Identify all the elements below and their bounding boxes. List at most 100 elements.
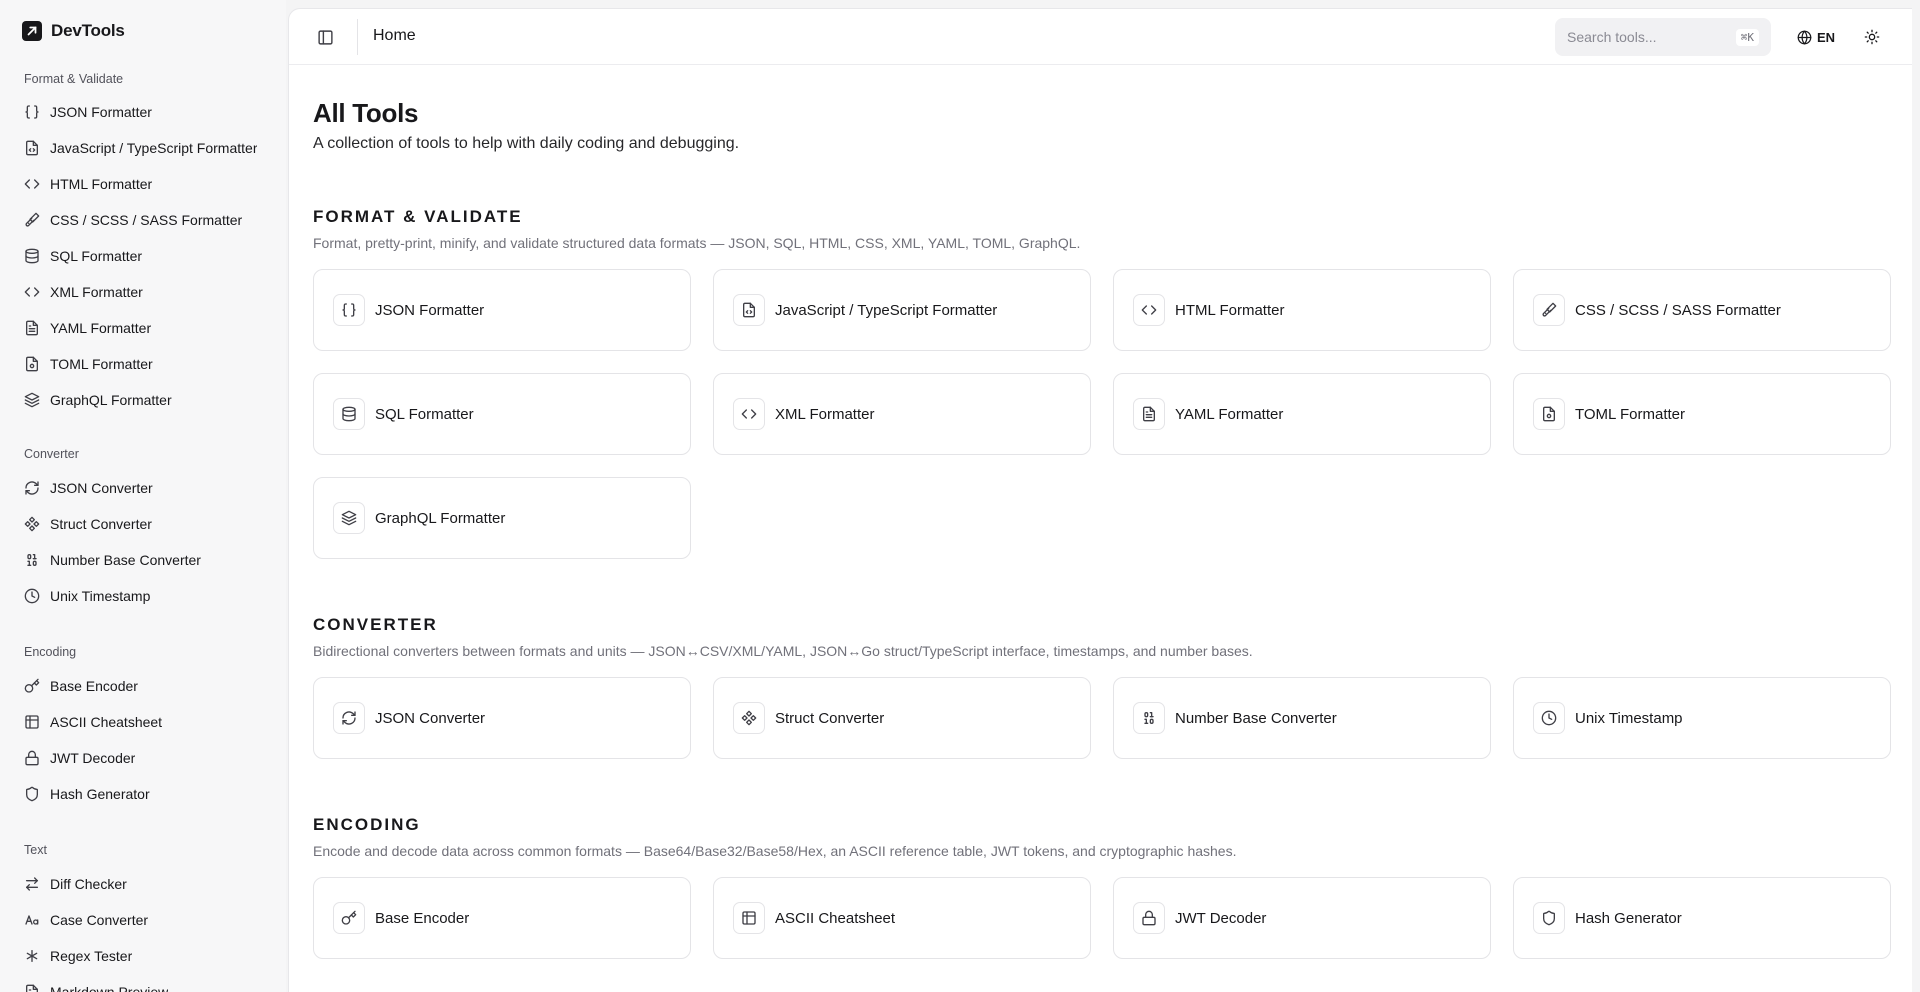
tool-card-javascript-typescript-formatter[interactable]: JavaScript / TypeScript Formatter bbox=[713, 269, 1091, 351]
sidebar-item-label: GraphQL Formatter bbox=[50, 392, 172, 408]
tool-card-title: YAML Formatter bbox=[1175, 405, 1284, 423]
sun-icon bbox=[1864, 29, 1880, 45]
shield-icon bbox=[1533, 902, 1565, 934]
sidebar-item-regex-tester[interactable]: Regex Tester bbox=[16, 940, 272, 972]
page-subtitle: A collection of tools to help with daily… bbox=[313, 135, 740, 152]
search-input[interactable]: Search tools... ⌘K bbox=[1555, 18, 1771, 56]
topbar-divider bbox=[357, 19, 358, 55]
sidebar-item-json-formatter[interactable]: JSON Formatter bbox=[16, 96, 272, 128]
sidebar-item-label: HTML Formatter bbox=[50, 176, 153, 192]
lock-icon bbox=[1133, 902, 1165, 934]
tool-card-css-scss-sass-formatter[interactable]: CSS / SCSS / SASS Formatter bbox=[1513, 269, 1891, 351]
refresh-icon bbox=[24, 480, 40, 496]
top-bar: Home Search tools... ⌘K EN bbox=[289, 9, 1912, 65]
sidebar-item-label: JSON Converter bbox=[50, 480, 153, 496]
sidebar-item-label: Markdown Preview bbox=[50, 984, 169, 992]
language-label: EN bbox=[1817, 29, 1836, 45]
tool-card-title: Struct Converter bbox=[775, 709, 885, 727]
tool-card-title: ASCII Cheatsheet bbox=[775, 909, 896, 927]
binary-icon bbox=[1133, 702, 1165, 734]
brand[interactable]: DevTools bbox=[22, 20, 125, 42]
tool-card-title: Hash Generator bbox=[1575, 909, 1682, 927]
tool-card-title: Base Encoder bbox=[375, 909, 470, 927]
tool-card-number-base-converter[interactable]: Number Base Converter bbox=[1113, 677, 1491, 759]
sidebar-item-json-converter[interactable]: JSON Converter bbox=[16, 472, 272, 504]
sidebar-item-markdown-preview[interactable]: Markdown Preview bbox=[16, 976, 272, 992]
sidebar-item-toml-formatter[interactable]: TOML Formatter bbox=[16, 348, 272, 380]
search-shortcut-badge: ⌘K bbox=[1735, 28, 1759, 46]
table-icon bbox=[733, 902, 765, 934]
tool-card-sql-formatter[interactable]: SQL Formatter bbox=[313, 373, 691, 455]
file-cog-icon bbox=[24, 356, 40, 372]
shield-icon bbox=[24, 786, 40, 802]
sidebar-item-label: Regex Tester bbox=[50, 948, 133, 964]
sidebar-item-ascii-cheatsheet[interactable]: ASCII Cheatsheet bbox=[16, 706, 272, 738]
tool-card-base-encoder[interactable]: Base Encoder bbox=[313, 877, 691, 959]
tool-card-title: JSON Formatter bbox=[375, 301, 485, 319]
section-title: CONVERTER bbox=[313, 615, 438, 634]
sidebar-item-css-scss-sass-formatter[interactable]: CSS / SCSS / SASS Formatter bbox=[16, 204, 272, 236]
sidebar-toggle-button[interactable] bbox=[313, 25, 337, 49]
tool-card-unix-timestamp[interactable]: Unix Timestamp bbox=[1513, 677, 1891, 759]
tool-card-json-converter[interactable]: JSON Converter bbox=[313, 677, 691, 759]
sidebar-item-label: XML Formatter bbox=[50, 284, 143, 300]
refresh-icon bbox=[333, 702, 365, 734]
panel-left-icon bbox=[317, 29, 334, 46]
code-icon bbox=[733, 398, 765, 430]
brand-name: DevTools bbox=[51, 21, 125, 40]
tool-card-yaml-formatter[interactable]: YAML Formatter bbox=[1113, 373, 1491, 455]
layers-icon bbox=[333, 502, 365, 534]
sidebar-item-label: ASCII Cheatsheet bbox=[50, 714, 163, 730]
sidebar-item-struct-converter[interactable]: Struct Converter bbox=[16, 508, 272, 540]
breadcrumb: Home bbox=[373, 27, 416, 44]
code-icon bbox=[24, 176, 40, 192]
tool-card-jwt-decoder[interactable]: JWT Decoder bbox=[1113, 877, 1491, 959]
case-icon bbox=[24, 912, 40, 928]
layers-icon bbox=[24, 392, 40, 408]
tool-card-title: CSS / SCSS / SASS Formatter bbox=[1575, 301, 1781, 319]
sidebar-group-label: Text bbox=[24, 843, 47, 857]
globe-icon bbox=[1797, 30, 1812, 45]
code-icon bbox=[24, 284, 40, 300]
file-text-icon bbox=[1133, 398, 1165, 430]
tool-card-ascii-cheatsheet[interactable]: ASCII Cheatsheet bbox=[713, 877, 1091, 959]
tool-card-toml-formatter[interactable]: TOML Formatter bbox=[1513, 373, 1891, 455]
binary-icon bbox=[24, 552, 40, 568]
sidebar-item-jwt-decoder[interactable]: JWT Decoder bbox=[16, 742, 272, 774]
tool-card-html-formatter[interactable]: HTML Formatter bbox=[1113, 269, 1491, 351]
sidebar-item-diff-checker[interactable]: Diff Checker bbox=[16, 868, 272, 900]
sidebar-item-yaml-formatter[interactable]: YAML Formatter bbox=[16, 312, 272, 344]
key-icon bbox=[333, 902, 365, 934]
sidebar-item-number-base-converter[interactable]: Number Base Converter bbox=[16, 544, 272, 576]
tool-card-graphql-formatter[interactable]: GraphQL Formatter bbox=[313, 477, 691, 559]
sidebar-item-case-converter[interactable]: Case Converter bbox=[16, 904, 272, 936]
sidebar: DevTools Format & Validate JSON Formatter… bbox=[0, 0, 286, 992]
sidebar-item-javascript-typescript-formatter[interactable]: JavaScript / TypeScript Formatter bbox=[16, 132, 272, 164]
tool-card-xml-formatter[interactable]: XML Formatter bbox=[713, 373, 1091, 455]
file-text-icon bbox=[24, 984, 40, 992]
sidebar-item-sql-formatter[interactable]: SQL Formatter bbox=[16, 240, 272, 272]
braces-icon bbox=[24, 104, 40, 120]
table-icon bbox=[24, 714, 40, 730]
tool-card-json-formatter[interactable]: JSON Formatter bbox=[313, 269, 691, 351]
tool-card-title: XML Formatter bbox=[775, 405, 875, 423]
asterisk-icon bbox=[24, 948, 40, 964]
sidebar-item-html-formatter[interactable]: HTML Formatter bbox=[16, 168, 272, 200]
file-text-icon bbox=[24, 320, 40, 336]
language-switcher[interactable]: EN bbox=[1797, 27, 1835, 47]
sidebar-item-label: Diff Checker bbox=[50, 876, 127, 892]
theme-toggle-button[interactable] bbox=[1862, 27, 1882, 47]
sidebar-item-base-encoder[interactable]: Base Encoder bbox=[16, 670, 272, 702]
sidebar-item-unix-timestamp[interactable]: Unix Timestamp bbox=[16, 580, 272, 612]
sidebar-item-xml-formatter[interactable]: XML Formatter bbox=[16, 276, 272, 308]
tool-card-title: Number Base Converter bbox=[1175, 709, 1337, 727]
lock-icon bbox=[24, 750, 40, 766]
tool-card-struct-converter[interactable]: Struct Converter bbox=[713, 677, 1091, 759]
tool-card-title: SQL Formatter bbox=[375, 405, 474, 423]
tool-card-hash-generator[interactable]: Hash Generator bbox=[1513, 877, 1891, 959]
sidebar-item-label: JWT Decoder bbox=[50, 750, 136, 766]
tool-card-title: JSON Converter bbox=[375, 709, 486, 727]
sidebar-item-graphql-formatter[interactable]: GraphQL Formatter bbox=[16, 384, 272, 416]
sidebar-item-hash-generator[interactable]: Hash Generator bbox=[16, 778, 272, 810]
sidebar-item-label: SQL Formatter bbox=[50, 248, 143, 264]
